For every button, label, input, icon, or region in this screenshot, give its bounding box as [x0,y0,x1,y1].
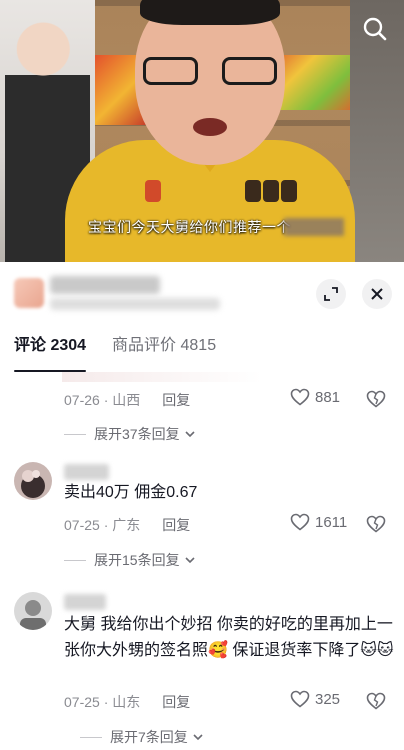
dislike-heart-icon [366,515,386,533]
close-icon [371,288,383,300]
search-icon[interactable] [362,16,388,42]
expand-icon [324,287,338,301]
chevron-down-icon [185,431,195,438]
comment-text: 卖出40万 佣金0.67 [64,484,198,501]
subtitle-blur [284,218,344,236]
dislike-button[interactable] [366,390,386,413]
like-count: 1611 [315,513,348,531]
like-button[interactable]: 1611 [290,513,347,531]
heart-icon [290,388,310,406]
dislike-button[interactable] [366,515,386,538]
cropped-image-strip [62,372,262,382]
comment-location: 广东 [112,517,141,533]
expand-replies-label: 展开7条回复 [110,729,188,745]
like-count: 325 [315,690,341,708]
comment-location: 山西 [112,392,141,408]
like-button[interactable]: 325 [290,690,340,708]
dislike-heart-icon [366,390,386,408]
comment-date: 07-25 [64,517,100,533]
dislike-button[interactable] [366,692,386,715]
close-button[interactable] [362,279,392,309]
tab-comments[interactable]: 评论 2304 [14,324,87,372]
username-blurred [64,594,106,610]
heart-icon [290,690,310,708]
heart-icon [290,513,310,531]
sheet-header [0,262,404,324]
like-count: 881 [315,388,341,406]
video-player[interactable]: 宝宝们今天大舅给你们推荐一个 [0,0,404,262]
comment-meta: 07-26 · 山西 回复 [64,392,191,408]
tab-product-reviews[interactable]: 商品评价 4815 [112,324,216,372]
expand-replies-button[interactable]: 展开7条回复 [80,727,205,747]
chevron-down-icon [185,557,195,564]
reply-button[interactable]: 回复 [162,694,190,710]
comment-date: 07-25 [64,694,100,710]
chevron-down-icon [193,734,203,741]
reply-button[interactable]: 回复 [162,517,190,533]
shop-subtitle-blurred [50,298,220,310]
video-subtitle: 宝宝们今天大舅给你们推荐一个 [88,219,291,235]
shop-name-blurred [50,276,160,294]
expand-replies-label: 展开15条回复 [94,552,180,568]
tab-bar: 评论 2304 商品评价 4815 [0,324,404,372]
comment-sheet: 评论 2304 商品评价 4815 07-26 · 山西 回复 881 展开37条… [0,262,404,750]
expand-replies-label: 展开37条回复 [94,426,180,442]
shop-avatar[interactable] [14,278,44,308]
avatar[interactable] [14,592,52,630]
comment-list: 07-26 · 山西 回复 881 展开37条回复 卖出40万 佣金0.67 07… [0,372,404,750]
expand-replies-button[interactable]: 展开37条回复 [64,424,197,444]
comment-meta: 07-25 · 广东 回复 [64,517,191,533]
comment-date: 07-26 [64,392,100,408]
reply-button[interactable]: 回复 [162,392,190,408]
comment-text: 大舅 我给你出个妙招 你卖的好吃的里再加上一张你大外甥的签名照🥰 保证退货率下降… [64,616,394,659]
expand-button[interactable] [316,279,346,309]
avatar[interactable] [14,462,52,500]
username-blurred [64,464,109,480]
comment-meta: 07-25 · 山东 回复 [64,694,191,710]
dislike-heart-icon [366,692,386,710]
like-button[interactable]: 881 [290,388,340,406]
comment-location: 山东 [112,694,141,710]
expand-replies-button[interactable]: 展开15条回复 [64,550,197,570]
